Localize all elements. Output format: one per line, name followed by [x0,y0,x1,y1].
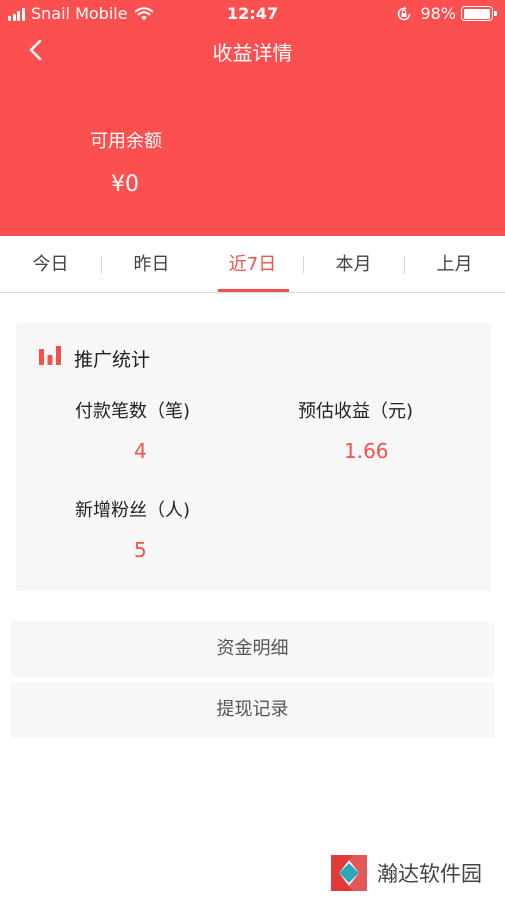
period-tabs: 今日 昨日 近7日 本月 上月 [0,236,505,293]
estimated-earnings-value: 1.66 [344,439,389,463]
payment-count-label: 付款笔数（笔) [75,401,191,422]
withdraw-records-button[interactable]: 提现记录 [11,682,494,738]
tab-last-7-days[interactable]: 近7日 [202,236,303,293]
promotion-stats-card: 推广统计 付款笔数（笔) 4 预估收益（元) 1.66 新增粉丝（人) 5 [16,323,491,591]
header-banner: Snail Mobile 12:47 98% 收益详情 可用余额 ¥0 [0,0,505,236]
tab-divider [303,256,304,274]
estimated-earnings-label: 预估收益（元) [298,401,414,422]
new-fans-value: 5 [134,538,147,562]
battery-level [463,8,490,19]
tab-this-month[interactable]: 本月 [303,236,404,293]
rotation-lock-icon [398,6,411,20]
watermark: 瀚达软件园 [327,851,482,895]
battery-icon [461,6,497,21]
balance-value: ¥0 [111,172,139,197]
tab-last-month[interactable]: 上月 [404,236,505,293]
tab-today[interactable]: 今日 [0,236,101,293]
tab-divider [404,256,405,274]
active-tab-indicator [218,289,289,292]
page-title: 收益详情 [212,41,293,65]
tab-divider [101,256,102,274]
status-bar: Snail Mobile 12:47 98% [0,0,505,28]
tab-yesterday[interactable]: 昨日 [101,236,202,293]
watermark-text: 瀚达软件园 [377,862,482,886]
battery-percent: 98% [420,4,456,23]
funds-detail-button[interactable]: 资金明细 [11,621,494,677]
bar-chart-icon [39,346,61,365]
new-fans-label: 新增粉丝（人) [75,500,191,521]
watermark-logo-icon [327,851,371,895]
payment-count-value: 4 [134,439,147,463]
status-right: 98% [396,4,497,23]
balance-label: 可用余额 [90,131,162,152]
stats-title: 推广统计 [74,349,151,371]
